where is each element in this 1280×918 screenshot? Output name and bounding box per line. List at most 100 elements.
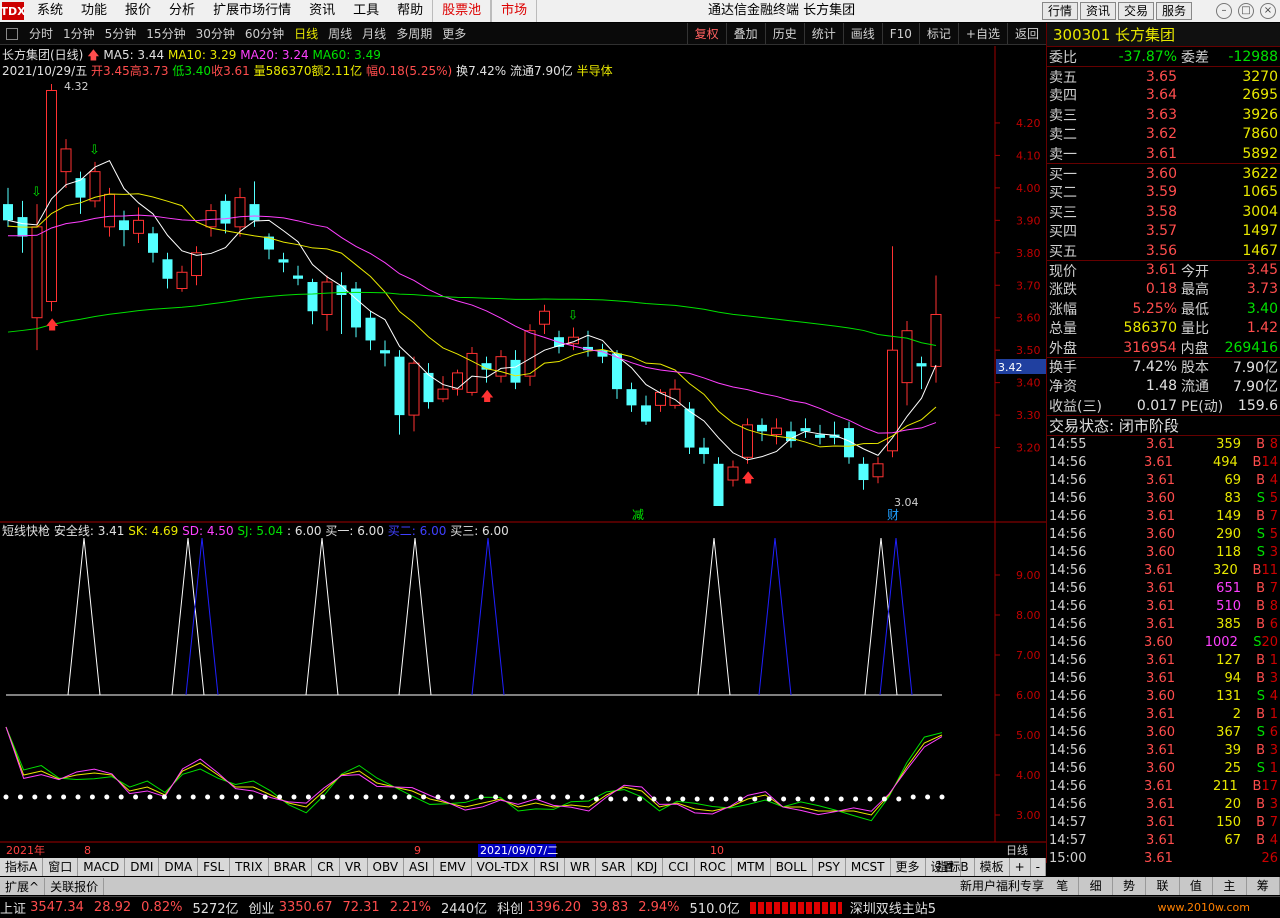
menu-quote[interactable]: 报价 [116, 0, 160, 22]
period-daily[interactable]: 日线 [289, 25, 323, 42]
period-60min[interactable]: 60分钟 [240, 25, 289, 42]
indicator-tab[interactable]: SAR [596, 858, 632, 876]
candle-body [408, 362, 420, 416]
tick-tab[interactable]: 值 [1180, 877, 1214, 895]
safe-line-dot [795, 796, 801, 802]
quote-button[interactable]: 行情 [1041, 2, 1078, 20]
indicator-tab[interactable]: TRIX [230, 858, 269, 876]
tick-tab[interactable]: 主 [1213, 877, 1247, 895]
tick-tab[interactable]: 筹 [1247, 877, 1280, 895]
indicator-right[interactable]: 模板 [975, 858, 1010, 876]
indicator-tab[interactable]: CCI [663, 858, 695, 876]
period-timeshare[interactable]: 分时 [24, 25, 58, 42]
tick-tab[interactable]: 笔 [1046, 877, 1080, 895]
cy-label: 创业 [248, 902, 275, 917]
price-tick: 3.90 [1016, 214, 1041, 227]
quote-volume: 5892 [1242, 145, 1278, 162]
quote-row: 卖五 3.65 3270 [1047, 66, 1280, 86]
tool-add-watch[interactable]: +自选 [957, 23, 1007, 44]
menu-news[interactable]: 资讯 [300, 0, 344, 22]
tool-draw[interactable]: 画线 [842, 23, 882, 44]
menu-system[interactable]: 系统 [28, 0, 72, 22]
indicator-tab[interactable]: 更多 [891, 858, 926, 876]
new-user-promo[interactable]: 新用户福利专享 [960, 877, 1044, 895]
tick-tab[interactable]: 细 [1079, 877, 1113, 895]
indicator-tab[interactable]: OBV [368, 858, 405, 876]
period-15min[interactable]: 15分钟 [141, 25, 190, 42]
period-5min[interactable]: 5分钟 [100, 25, 142, 42]
period-monthly[interactable]: 月线 [357, 25, 391, 42]
tick-cell: 15:00 [1049, 851, 1087, 867]
safe-line-dot [550, 794, 556, 800]
indicator-tab[interactable]: 窗口 [43, 858, 79, 876]
quote-value-2: 269416 [1224, 339, 1279, 356]
indicator-tab[interactable]: KDJ [632, 858, 664, 876]
tick-cell: 131 [1216, 689, 1241, 705]
menu-ext-market[interactable]: 扩展市场行情 [204, 0, 300, 22]
indicator-tab[interactable]: CR [312, 858, 340, 876]
trade-button[interactable]: 交易 [1117, 2, 1154, 20]
tool-back[interactable]: 返回 [1006, 23, 1046, 44]
candle-body [133, 219, 144, 234]
menu-tools[interactable]: 工具 [344, 0, 388, 22]
period-multi[interactable]: 多周期 [391, 25, 437, 42]
candle-body [119, 220, 129, 231]
related-quote[interactable]: 关联报价 [45, 877, 105, 895]
indicator-tab[interactable]: VOL-TDX [472, 858, 535, 876]
close-icon[interactable]: × [1260, 3, 1276, 19]
change-value: 幅0.18(5.25%) [366, 64, 453, 78]
sh-change: 28.92 [93, 900, 132, 915]
tick-tab[interactable]: 联 [1146, 877, 1180, 895]
layout-icon[interactable] [6, 27, 18, 40]
indicator-tab[interactable]: 指标A [0, 858, 44, 876]
menu-analysis[interactable]: 分析 [160, 0, 204, 22]
period-1min[interactable]: 1分钟 [58, 25, 100, 42]
indicator-tab[interactable]: DMA [159, 858, 199, 876]
menu-stock-pool[interactable]: 股票池 [432, 0, 492, 22]
tool-mark[interactable]: 标记 [918, 23, 958, 44]
period-30min[interactable]: 30分钟 [191, 25, 240, 42]
safe-line-dot [320, 794, 326, 800]
indicator-tab[interactable]: MTM [732, 858, 771, 876]
ext-toggle[interactable]: 扩展^ [0, 877, 46, 895]
indicator-tab[interactable]: ROC [695, 858, 732, 876]
menu-market[interactable]: 市场 [491, 0, 538, 22]
period-more[interactable]: 更多 [437, 25, 471, 42]
indicator-right[interactable]: 指标B [931, 858, 975, 876]
tick-cell: 651 [1216, 581, 1241, 597]
tick-cell: 14:56 [1049, 617, 1087, 633]
menu-function[interactable]: 功能 [72, 0, 116, 22]
tool-overlay[interactable]: 叠加 [725, 23, 765, 44]
indicator-tab[interactable]: MCST [846, 858, 891, 876]
indicator-tab[interactable]: BOLL [771, 858, 813, 876]
kline-chart[interactable]: 🡅🡅🡅⇩⇩⇩ 4.32 3.04 减 财 3.42 2021年 8 9 10 2… [0, 46, 1046, 858]
kc-label: 科创 [497, 902, 524, 917]
indicator-tab[interactable]: PSY [813, 858, 846, 876]
maximize-icon[interactable]: □ [1238, 3, 1254, 19]
period-weekly[interactable]: 周线 [323, 25, 357, 42]
indicator-tab[interactable]: FSL [198, 858, 231, 876]
indicator-tab[interactable]: VR [340, 858, 368, 876]
indicator-tab[interactable]: EMV [434, 858, 472, 876]
quote-row: 涨跌 0.18 最高 3.73 [1047, 280, 1280, 299]
news-button[interactable]: 资讯 [1079, 2, 1116, 20]
tick-tab[interactable]: 势 [1113, 877, 1147, 895]
candle-body [916, 363, 927, 367]
tool-f10[interactable]: F10 [881, 23, 919, 44]
indicator-tab[interactable]: WR [565, 858, 597, 876]
price-tick: 3.80 [1016, 247, 1041, 260]
indicator-tab[interactable]: DMI [125, 858, 160, 876]
tool-adjust[interactable]: 复权 [686, 23, 726, 44]
indicator-tab[interactable]: MACD [78, 858, 126, 876]
tool-history[interactable]: 历史 [764, 23, 804, 44]
indicator-tab[interactable]: BRAR [269, 858, 313, 876]
minimize-icon[interactable]: – [1216, 3, 1232, 19]
indicator-tab[interactable]: RSI [535, 858, 566, 876]
indicator-tab[interactable]: ASI [404, 858, 435, 876]
menu-help[interactable]: 帮助 [388, 0, 432, 22]
price-tick: 3.50 [1016, 344, 1041, 357]
indicator-right[interactable]: + [1010, 858, 1031, 876]
indicator-right[interactable]: - [1031, 858, 1046, 876]
service-button[interactable]: 服务 [1155, 2, 1192, 20]
tool-stats[interactable]: 统计 [803, 23, 843, 44]
